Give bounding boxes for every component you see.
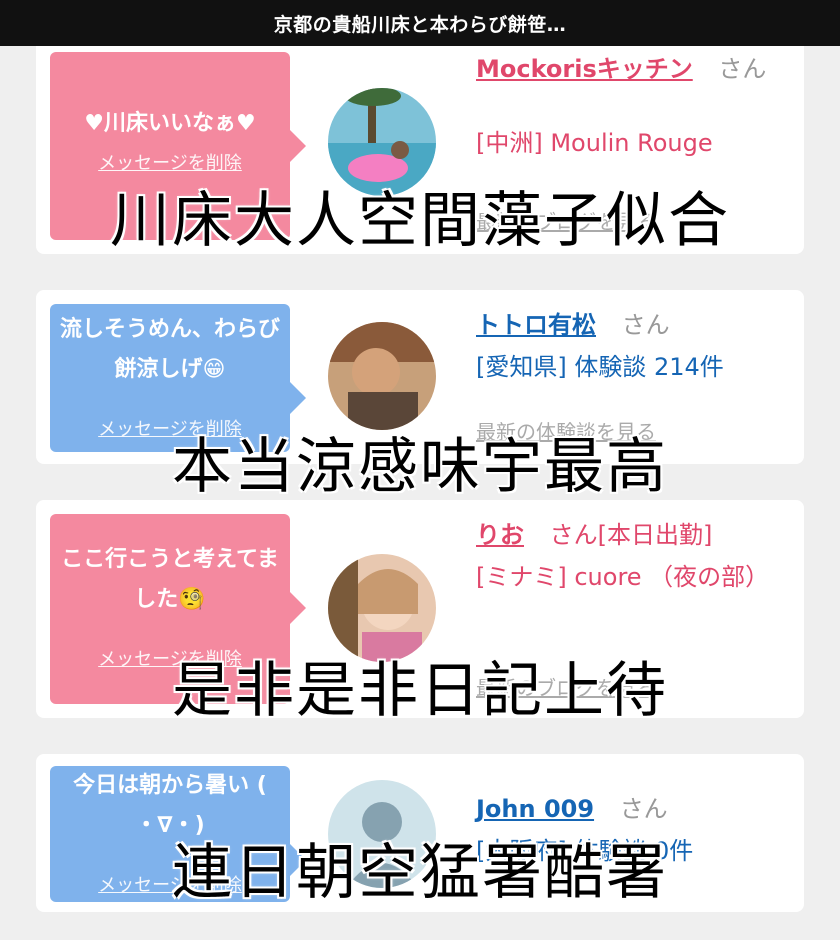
subtitle-caption: 是非是非日記上待 (172, 656, 668, 726)
honorific: さん (619, 795, 668, 823)
honorific: さん (718, 55, 767, 83)
user-info: トトロ有松 さん [愛知県] 体験談 214件 (476, 308, 792, 384)
message-text: 今日は朝から暑い ( ・∇・) (73, 773, 267, 838)
subtitle-caption: 連日朝空猛署酷署 (172, 838, 668, 908)
username-link[interactable]: John 009 (476, 795, 594, 823)
message-text: 流しそうめん、わらび餅涼しげ😁 (60, 317, 281, 382)
message-bubble: 流しそうめん、わらび餅涼しげ😁 メッセージを削除 (50, 304, 306, 452)
subtitle-caption: 川床大人空間藻子似合 (110, 186, 730, 256)
avatar[interactable] (328, 322, 436, 430)
username-link[interactable]: トトロ有松 (476, 311, 596, 339)
page-title: 京都の貴船川床と本わらび餅笹… (273, 13, 567, 36)
message-text: ここ行こうと考えてました🧐 (61, 547, 279, 612)
honorific: さん (621, 311, 670, 339)
user-info: Mockorisキッチン さん [中洲] Moulin Rouge (476, 52, 792, 160)
honorific: さん[本日出勤] (549, 521, 713, 549)
store-info: [ミナミ] cuore （夜の部） (476, 563, 770, 591)
store-info: [愛知県] 体験談 214件 (476, 353, 724, 381)
avatar[interactable] (328, 88, 436, 196)
user-info: りお さん[本日出勤] [ミナミ] cuore （夜の部） (476, 518, 792, 594)
store-info: [中洲] Moulin Rouge (476, 129, 713, 157)
subtitle-caption: 本当涼感味宇最高 (172, 432, 668, 502)
username-link[interactable]: Mockorisキッチン (476, 55, 693, 83)
delete-message-link[interactable]: メッセージを削除 (50, 152, 290, 176)
avatar[interactable] (328, 554, 436, 662)
message-text: ♥川床いいなぁ♥ (84, 111, 256, 136)
title-bar: 京都の貴船川床と本わらび餅笹… (0, 0, 840, 46)
username-link[interactable]: りお (476, 521, 524, 549)
